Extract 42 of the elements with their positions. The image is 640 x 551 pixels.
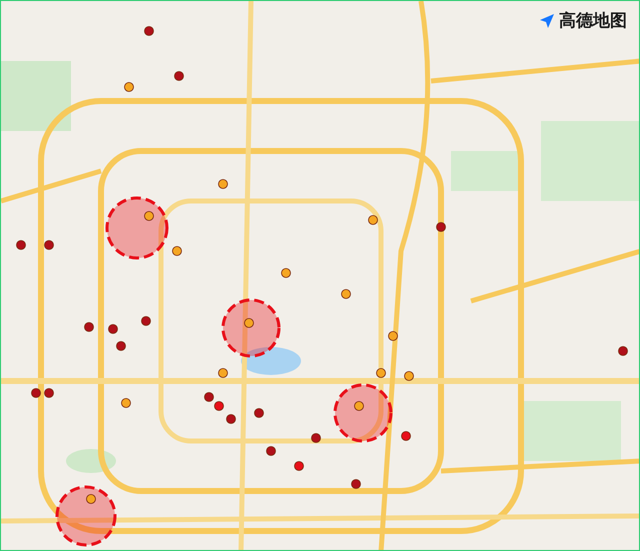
map-marker[interactable] (84, 322, 94, 332)
map-marker[interactable] (31, 388, 41, 398)
map-logo: 高德地图 (559, 10, 627, 32)
lake-area (241, 347, 301, 375)
map-marker[interactable] (376, 368, 386, 378)
map-marker[interactable] (86, 494, 96, 504)
map-marker[interactable] (404, 371, 414, 381)
map-marker[interactable] (204, 392, 214, 402)
map-marker[interactable] (214, 401, 224, 411)
map-marker[interactable] (172, 246, 182, 256)
map-marker[interactable] (218, 179, 228, 189)
map-marker[interactable] (116, 341, 126, 351)
map-marker[interactable] (124, 82, 134, 92)
park-area (451, 151, 521, 191)
map-marker[interactable] (341, 289, 351, 299)
map-marker[interactable] (354, 401, 364, 411)
map-marker[interactable] (141, 316, 151, 326)
map-marker[interactable] (108, 324, 118, 334)
map-marker[interactable] (16, 240, 26, 250)
map-marker[interactable] (311, 433, 321, 443)
map-marker[interactable] (281, 268, 291, 278)
navigation-arrow-icon (539, 12, 555, 28)
map-marker[interactable] (144, 26, 154, 36)
map-marker[interactable] (436, 222, 446, 232)
park-area (1, 61, 71, 131)
map-marker[interactable] (618, 346, 628, 356)
map-marker[interactable] (226, 414, 236, 424)
map-marker[interactable] (44, 388, 54, 398)
map-marker[interactable] (174, 71, 184, 81)
map-marker[interactable] (351, 479, 361, 489)
map-marker[interactable] (401, 431, 411, 441)
map-marker[interactable] (218, 368, 228, 378)
park-area (66, 449, 116, 473)
map-marker[interactable] (44, 240, 54, 250)
map-marker[interactable] (294, 461, 304, 471)
map-marker[interactable] (121, 398, 131, 408)
map-marker[interactable] (388, 331, 398, 341)
map-marker[interactable] (144, 211, 154, 221)
map-marker[interactable] (244, 318, 254, 328)
map-marker[interactable] (368, 215, 378, 225)
map-marker[interactable] (254, 408, 264, 418)
map-marker[interactable] (266, 446, 276, 456)
